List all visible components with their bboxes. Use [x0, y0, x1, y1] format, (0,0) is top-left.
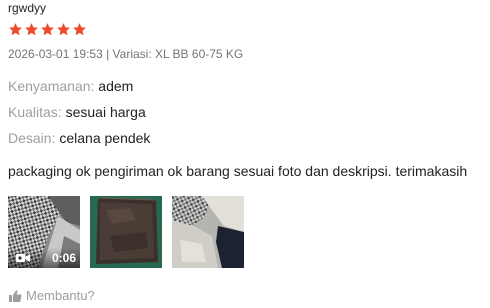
star-icon	[73, 23, 86, 36]
photo-packaging-image	[90, 196, 162, 268]
rating-stars	[8, 22, 87, 37]
attribute-kenyamanan: Kenyamanan: adem	[8, 78, 133, 94]
photo-product-image	[172, 196, 244, 268]
attribute-value: sesuai harga	[65, 104, 146, 120]
review-item: rgwdyy 2026-03-01 19:53 | Variasi: XL BB…	[0, 0, 490, 308]
review-comment: packaging ok pengiriman ok barang sesuai…	[8, 163, 468, 179]
star-icon	[41, 23, 54, 36]
attribute-label: Kualitas:	[8, 104, 62, 120]
helpful-label: Membantu?	[26, 288, 95, 303]
attribute-kualitas: Kualitas: sesuai harga	[8, 104, 146, 120]
attribute-desain: Desain: celana pendek	[8, 130, 150, 146]
helpful-button[interactable]: Membantu?	[8, 288, 95, 304]
attribute-value: celana pendek	[59, 130, 151, 146]
star-icon	[25, 23, 38, 36]
attribute-label: Kenyamanan:	[8, 78, 95, 94]
attribute-label: Desain:	[8, 130, 56, 146]
review-video-thumbnail[interactable]: 0:06	[8, 196, 80, 268]
video-duration: 0:06	[51, 251, 76, 265]
review-photo-thumbnail[interactable]	[172, 196, 244, 268]
review-meta: 2026-03-01 19:53 | Variasi: XL BB 60-75 …	[8, 47, 244, 61]
review-photo-thumbnail[interactable]	[90, 196, 162, 268]
video-camera-icon	[16, 254, 30, 262]
thumbs-up-icon	[9, 290, 22, 302]
star-icon	[57, 23, 70, 36]
attribute-value: adem	[98, 78, 134, 94]
star-icon	[9, 23, 22, 36]
reviewer-username: rgwdyy	[8, 1, 47, 15]
